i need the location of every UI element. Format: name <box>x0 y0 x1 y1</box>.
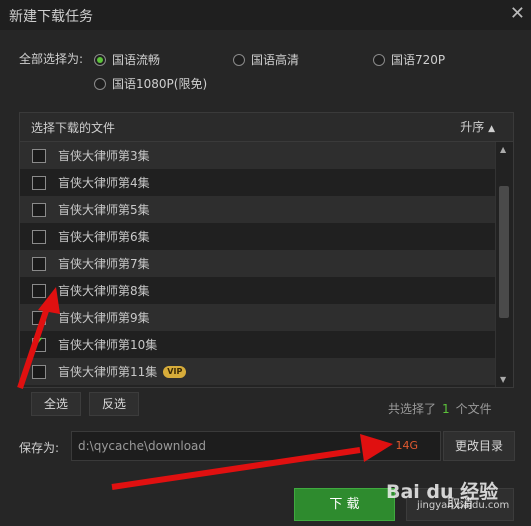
file-name: 盲侠大律师第11集 <box>58 365 158 379</box>
list-item[interactable]: 盲侠大律师第4集 <box>20 169 496 196</box>
close-icon[interactable]: ✕ <box>510 3 525 24</box>
change-directory-button[interactable]: 更改目录 <box>443 431 515 461</box>
list-item[interactable]: 盲侠大律师第6集 <box>20 223 496 250</box>
file-list: 选择下载的文件 升序 ▲ 盲侠大律师第3集 盲侠大律师第4集 盲侠大律师第5集 … <box>19 112 514 388</box>
dialog-title: 新建下载任务 <box>9 9 93 25</box>
checkbox-checked[interactable] <box>32 335 46 352</box>
download-button[interactable]: 下 载 <box>294 488 395 521</box>
radio-mandarin-hd[interactable]: 国语高清 <box>233 51 299 68</box>
list-item[interactable]: 盲侠大律师第5集 <box>20 196 496 223</box>
file-list-header: 选择下载的文件 升序 ▲ <box>20 113 513 142</box>
list-item[interactable]: 盲侠大律师第7集 <box>20 250 496 277</box>
selection-count: 1 <box>442 402 450 416</box>
file-list-body: 盲侠大律师第3集 盲侠大律师第4集 盲侠大律师第5集 盲侠大律师第6集 盲侠大律… <box>20 142 496 387</box>
new-download-dialog: 新建下载任务 ✕ 全部选择为: 国语流畅 国语高清 国语720P 国语1080P… <box>0 0 531 526</box>
checkbox[interactable] <box>32 364 46 379</box>
checkbox[interactable] <box>32 256 46 271</box>
list-item[interactable]: 盲侠大律师第11集 VIP <box>20 358 496 385</box>
file-name: 盲侠大律师第10集 <box>58 338 158 352</box>
list-item[interactable]: 盲侠大律师第3集 <box>20 142 496 169</box>
radio-unselected-icon <box>373 53 385 66</box>
checkbox[interactable] <box>32 175 46 190</box>
file-name: 盲侠大律师第9集 <box>58 311 150 325</box>
list-item[interactable]: 盲侠大律师第9集 <box>20 304 496 331</box>
radio-mandarin-720p[interactable]: 国语720P <box>373 51 445 68</box>
checkbox[interactable] <box>32 148 46 163</box>
free-space-value: 14G <box>395 439 418 452</box>
save-label: 保存为: <box>19 441 60 455</box>
selection-suffix: 个文件 <box>455 402 492 416</box>
radio-label: 国语高清 <box>251 53 300 67</box>
checkbox[interactable] <box>32 283 46 298</box>
checkbox[interactable] <box>32 310 46 325</box>
invert-selection-button[interactable]: 反选 <box>89 392 139 416</box>
sort-arrow-icon: ▲ <box>488 124 495 134</box>
scroll-thumb[interactable] <box>499 186 509 318</box>
file-name: 盲侠大律师第4集 <box>58 176 150 190</box>
watermark-url: jingyan.baidu.com <box>417 500 510 511</box>
radio-label: 国语720P <box>391 53 446 67</box>
radio-label: 国语流畅 <box>112 53 161 67</box>
vip-badge: VIP <box>163 365 187 378</box>
scroll-up-icon[interactable]: ▲ <box>500 145 506 154</box>
file-name: 盲侠大律师第5集 <box>58 203 150 217</box>
radio-selected-icon <box>94 53 106 66</box>
title-bar: 新建下载任务 ✕ <box>0 0 531 30</box>
radio-mandarin-1080p[interactable]: 国语1080P(限免) <box>94 75 207 92</box>
file-name: 盲侠大律师第3集 <box>58 149 150 163</box>
quality-label: 全部选择为: <box>19 52 84 66</box>
file-list-title: 选择下载的文件 <box>31 121 116 135</box>
selection-prefix: 共选择了 <box>388 402 437 416</box>
save-path-field[interactable]: d:\qycache\download 14G <box>71 431 441 461</box>
list-item[interactable]: 盲侠大律师第8集 <box>20 277 496 304</box>
checkbox[interactable] <box>32 202 46 217</box>
file-name: 盲侠大律师第6集 <box>58 230 150 244</box>
file-name: 盲侠大律师第8集 <box>58 284 150 298</box>
file-name: 盲侠大律师第7集 <box>58 257 150 271</box>
radio-label: 国语1080P(限免) <box>112 77 208 91</box>
sort-toggle[interactable]: 升序 ▲ <box>460 118 495 135</box>
sort-label: 升序 <box>460 120 485 134</box>
selection-summary: 共选择了 1 个文件 <box>388 400 492 417</box>
save-path-value: d:\qycache\download <box>78 439 207 453</box>
radio-unselected-icon <box>94 77 106 90</box>
checkbox[interactable] <box>32 229 46 244</box>
scroll-down-icon[interactable]: ▼ <box>500 375 506 384</box>
radio-mandarin-smooth[interactable]: 国语流畅 <box>94 51 160 68</box>
scrollbar[interactable]: ▲ ▼ <box>495 142 513 387</box>
radio-unselected-icon <box>233 53 245 66</box>
select-all-button[interactable]: 全选 <box>31 392 81 416</box>
list-item[interactable]: 盲侠大律师第10集 <box>20 331 496 358</box>
